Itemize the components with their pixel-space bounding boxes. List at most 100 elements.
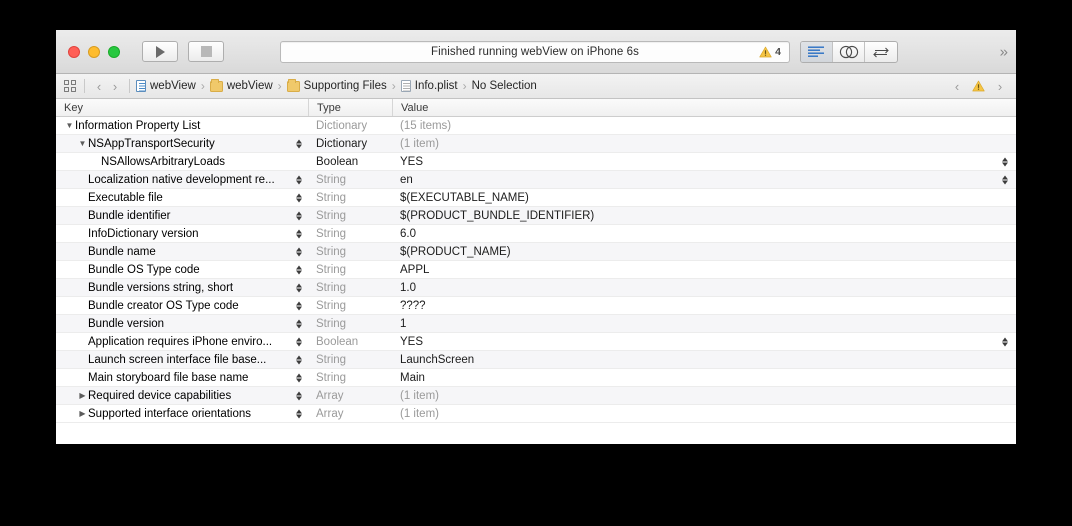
table-row[interactable]: Bundle identifier String $(PRODUCT_BUNDLE_… [56,207,1016,225]
breadcrumb-item-project[interactable]: webView [136,79,196,93]
table-row[interactable]: Bundle version String 1 [56,315,1016,333]
cell-type[interactable]: String [308,171,392,188]
cell-value[interactable]: $(PRODUCT_BUNDLE_IDENTIFIER) [392,207,1016,224]
table-row[interactable]: NSAllowsArbitraryLoads Boolean YES [56,153,1016,171]
cell-key[interactable]: NSAllowsArbitraryLoads [56,153,308,170]
cell-key[interactable]: Main storyboard file base name [56,369,308,386]
cell-key[interactable]: Bundle OS Type code [56,261,308,278]
disclosure-triangle-expanded-icon[interactable]: ▼ [77,139,88,148]
cell-key[interactable]: Launch screen interface file base... [56,351,308,368]
warning-triangle-icon[interactable] [972,80,985,92]
table-row[interactable]: ▶ Supported interface orientations Array (1… [56,405,1016,423]
cell-value[interactable]: (1 item) [392,405,1016,422]
table-row[interactable]: Application requires iPhone enviro... Boo… [56,333,1016,351]
cell-type[interactable]: String [308,243,392,260]
disclosure-triangle-expanded-icon[interactable]: ▼ [64,121,75,130]
cell-value[interactable]: ???? [392,297,1016,314]
key-stepper[interactable] [296,175,302,184]
cell-value[interactable]: 1.0 [392,279,1016,296]
status-bar[interactable]: Finished running webView on iPhone 6s 4 [280,41,790,63]
cell-key[interactable]: Executable file [56,189,308,206]
key-stepper[interactable] [296,229,302,238]
key-stepper[interactable] [296,391,302,400]
key-stepper[interactable] [296,409,302,418]
cell-value[interactable]: 1 [392,315,1016,332]
stop-button[interactable] [188,41,224,62]
back-button[interactable]: ‹ [91,79,107,94]
cell-type[interactable]: String [308,315,392,332]
run-button[interactable] [142,41,178,62]
grid-icon[interactable] [64,80,76,92]
key-stepper[interactable] [296,193,302,202]
cell-key[interactable]: Application requires iPhone enviro... [56,333,308,350]
cell-type[interactable]: Array [308,405,392,422]
key-stepper[interactable] [296,337,302,346]
warning-indicator[interactable]: 4 [759,46,781,58]
cell-value[interactable]: (1 item) [392,387,1016,404]
minimize-button[interactable] [88,45,100,58]
key-stepper[interactable] [296,373,302,382]
table-row[interactable]: ▼ Information Property List Dictionary (15 … [56,117,1016,135]
cell-type[interactable]: Array [308,387,392,404]
table-row[interactable]: Bundle creator OS Type code String???? [56,297,1016,315]
cell-value[interactable]: 6.0 [392,225,1016,242]
cell-key[interactable]: Bundle identifier [56,207,308,224]
cell-value[interactable]: YES [392,153,1016,170]
disclosure-triangle-collapsed-icon[interactable]: ▶ [77,409,88,418]
cell-value[interactable]: (15 items) [392,117,1016,134]
column-header-value[interactable]: Value [392,99,1016,116]
cell-value[interactable]: YES [392,333,1016,350]
cell-type[interactable]: Dictionary [308,135,392,152]
table-row[interactable]: Bundle name String $(PRODUCT_NAME) [56,243,1016,261]
breadcrumb-item-selection[interactable]: No Selection [472,80,537,92]
cell-type[interactable]: Boolean [308,333,392,350]
forward-button[interactable]: › [107,79,123,94]
cell-value[interactable]: APPL [392,261,1016,278]
breadcrumb-item-file[interactable]: Info.plist [400,79,458,93]
cell-key[interactable]: InfoDictionary version [56,225,308,242]
table-row[interactable]: Localization native development re... Str… [56,171,1016,189]
cell-type[interactable]: String [308,207,392,224]
key-stepper[interactable] [296,301,302,310]
table-row[interactable]: ▼ NSAppTransportSecurity Dictionary (1 item… [56,135,1016,153]
key-stepper[interactable] [296,355,302,364]
cell-key[interactable]: Bundle versions string, short [56,279,308,296]
previous-issue-button[interactable]: ‹ [949,79,965,94]
cell-value[interactable]: $(EXECUTABLE_NAME) [392,189,1016,206]
disclosure-triangle-collapsed-icon[interactable]: ▶ [77,391,88,400]
key-stepper[interactable] [296,139,302,148]
key-stepper[interactable] [296,265,302,274]
value-stepper[interactable] [1002,157,1008,166]
table-row[interactable]: Bundle versions string, short String 1.0 [56,279,1016,297]
cell-type[interactable]: Boolean [308,153,392,170]
table-row[interactable]: Launch screen interface file base... Stri… [56,351,1016,369]
cell-value[interactable]: $(PRODUCT_NAME) [392,243,1016,260]
cell-type[interactable]: Dictionary [308,117,392,134]
cell-type[interactable]: String [308,351,392,368]
value-stepper[interactable] [1002,337,1008,346]
cell-type[interactable]: String [308,297,392,314]
table-row[interactable]: Executable file String $(EXECUTABLE_NAME) [56,189,1016,207]
cell-type[interactable]: String [308,369,392,386]
column-header-type[interactable]: Type [308,99,392,116]
standard-editor-button[interactable] [801,42,833,62]
table-row[interactable]: ▶ Required device capabilities Array (1 ite… [56,387,1016,405]
cell-value[interactable]: en [392,171,1016,188]
version-editor-button[interactable] [865,42,897,62]
cell-key[interactable]: Bundle name [56,243,308,260]
key-stepper[interactable] [296,283,302,292]
cell-key[interactable]: ▼ NSAppTransportSecurity [56,135,308,152]
cell-type[interactable]: String [308,279,392,296]
cell-value[interactable]: (1 item) [392,135,1016,152]
breadcrumb-item-supporting-files[interactable]: Supporting Files [286,79,387,92]
table-row[interactable]: Bundle OS Type code String APPL [56,261,1016,279]
close-button[interactable] [68,45,80,58]
cell-value[interactable]: LaunchScreen [392,351,1016,368]
cell-key[interactable]: ▶ Required device capabilities [56,387,308,404]
key-stepper[interactable] [296,319,302,328]
cell-value[interactable]: Main [392,369,1016,386]
editor-mode-segmented-control[interactable] [800,41,898,63]
cell-key[interactable]: ▼ Information Property List [56,117,308,134]
zoom-button[interactable] [108,45,120,58]
cell-key[interactable]: Bundle version [56,315,308,332]
